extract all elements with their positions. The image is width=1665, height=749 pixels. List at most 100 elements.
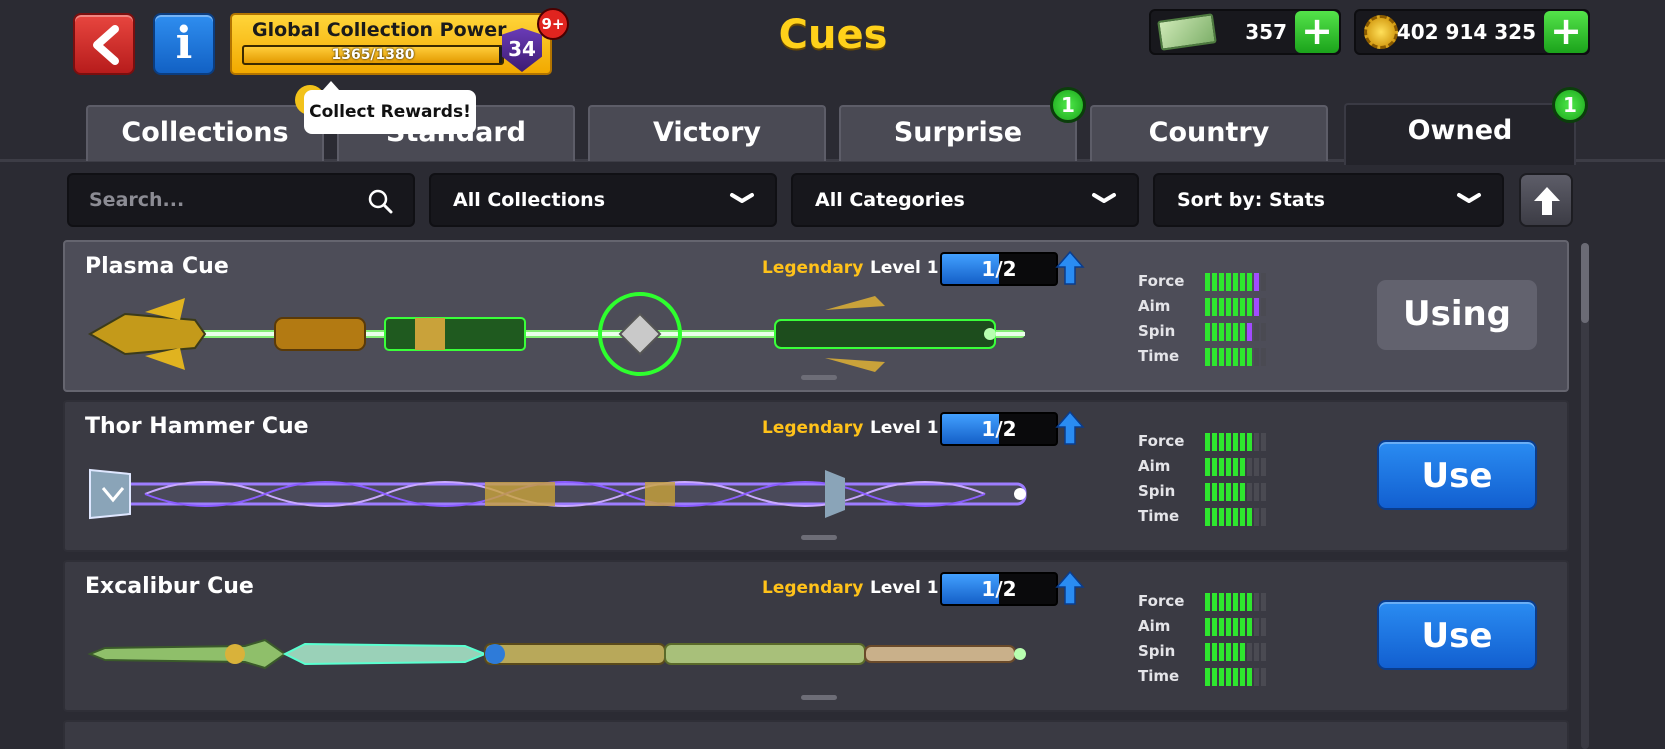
- arrow-up-icon: [1534, 187, 1560, 215]
- stat-segment: [1233, 593, 1238, 611]
- upgrade-arrow-icon[interactable]: [1055, 410, 1085, 446]
- collections-dropdown[interactable]: All Collections: [429, 173, 777, 227]
- categories-dropdown-value: All Categories: [815, 189, 965, 211]
- cue-name: Plasma Cue: [85, 254, 229, 279]
- stat-segment: [1240, 643, 1245, 661]
- use-button[interactable]: Use: [1377, 440, 1537, 510]
- tab-country[interactable]: Country: [1090, 105, 1328, 161]
- cue-card-excalibur[interactable]: Excalibur Cue Legendary Level 1 1/2 Forc…: [63, 560, 1569, 712]
- chevron-down-icon: [1457, 193, 1481, 203]
- stat-segment: [1261, 593, 1266, 611]
- cue-level: Level 1: [870, 578, 939, 598]
- stat-segment: [1261, 298, 1266, 316]
- add-coins-button[interactable]: +: [1544, 11, 1588, 53]
- stat-segment: [1233, 618, 1238, 636]
- tab-owned[interactable]: Owned: [1344, 103, 1576, 165]
- stat-segment: [1226, 458, 1231, 476]
- back-button[interactable]: [73, 13, 135, 75]
- stat-segment: [1247, 483, 1252, 501]
- stat-segment: [1212, 618, 1217, 636]
- cue-card-thor-hammer[interactable]: Thor Hammer Cue Legendary Level 1 1/2 Fo…: [63, 400, 1569, 552]
- stat-segment: [1205, 483, 1210, 501]
- stat-segment: [1219, 433, 1224, 451]
- sort-direction-button[interactable]: [1519, 173, 1573, 227]
- info-button[interactable]: i: [153, 13, 215, 75]
- upgrade-arrow-icon[interactable]: [1055, 570, 1085, 606]
- add-cash-button[interactable]: +: [1295, 11, 1339, 53]
- excalibur-cue-image: [87, 638, 1026, 670]
- cue-list: Plasma Cue Legendary Level 1 1/2 Force A…: [63, 240, 1569, 749]
- sort-dropdown-value: Sort by: Stats: [1177, 189, 1325, 211]
- stat-segment: [1254, 483, 1259, 501]
- stat-spin-bar: [1205, 643, 1266, 661]
- search-icon: [368, 189, 393, 214]
- tab-label: Collections: [121, 117, 289, 148]
- stat-segment: [1261, 323, 1266, 341]
- stat-segment: [1212, 458, 1217, 476]
- stat-segment: [1233, 643, 1238, 661]
- stat-segment: [1205, 618, 1210, 636]
- stat-segment: [1212, 508, 1217, 526]
- stat-segment: [1254, 668, 1259, 686]
- stat-segment: [1240, 458, 1245, 476]
- sort-dropdown[interactable]: Sort by: Stats: [1153, 173, 1504, 227]
- stat-segment: [1240, 668, 1245, 686]
- stat-label: Time: [1138, 507, 1180, 525]
- stat-segment: [1254, 593, 1259, 611]
- global-power-label: Global Collection Power: [252, 19, 507, 41]
- coins-value: 402 914 325: [1396, 20, 1536, 44]
- tab-victory[interactable]: Victory: [588, 105, 826, 161]
- stat-segment: [1247, 618, 1252, 636]
- search-box[interactable]: [67, 173, 415, 227]
- tab-surprise[interactable]: Surprise: [839, 105, 1077, 161]
- cue-level: Level 1: [870, 418, 939, 438]
- stat-segment: [1212, 593, 1217, 611]
- stat-segment: [1240, 433, 1245, 451]
- global-collection-power[interactable]: Global Collection Power 1365/1380 34: [230, 13, 552, 75]
- use-button[interactable]: Use: [1377, 600, 1537, 670]
- stat-segment: [1219, 273, 1224, 291]
- cue-level-progress-bar: 1/2: [940, 252, 1058, 286]
- tab-label: Owned: [1407, 115, 1513, 146]
- tab-owned-badge: 1: [1552, 87, 1588, 123]
- stat-force-bar: [1205, 433, 1266, 451]
- stat-segment: [1261, 618, 1266, 636]
- global-power-progress-text: 1365/1380: [331, 47, 415, 63]
- collect-rewards-tooltip[interactable]: Collect Rewards!: [304, 81, 476, 134]
- stat-segment: [1205, 643, 1210, 661]
- plasma-cue-image: [87, 292, 1025, 376]
- stat-segment: [1261, 458, 1266, 476]
- stat-segment: [1226, 298, 1231, 316]
- stat-segment: [1219, 298, 1224, 316]
- tab-collections[interactable]: Collections: [86, 105, 324, 161]
- cue-card-plasma[interactable]: Plasma Cue Legendary Level 1 1/2 Force A…: [63, 240, 1569, 392]
- stat-segment: [1247, 508, 1252, 526]
- stat-label: Time: [1138, 667, 1180, 685]
- stat-segment: [1219, 508, 1224, 526]
- stat-segment: [1261, 508, 1266, 526]
- list-scrollbar[interactable]: [1581, 243, 1589, 749]
- stat-segment: [1233, 433, 1238, 451]
- stat-segment: [1219, 323, 1224, 341]
- stat-segment: [1212, 298, 1217, 316]
- upgrade-arrow-icon[interactable]: [1055, 250, 1085, 286]
- stat-segment: [1254, 458, 1259, 476]
- tab-surprise-badge: 1: [1050, 87, 1086, 123]
- power-level-shield-badge: 34: [502, 28, 542, 72]
- page-title: Cues: [778, 12, 888, 58]
- stat-segment: [1247, 593, 1252, 611]
- stat-segment: [1233, 458, 1238, 476]
- stat-segment: [1205, 323, 1210, 341]
- cue-level-progress-text: 1/2: [981, 577, 1017, 601]
- stat-segment: [1233, 668, 1238, 686]
- chevron-down-icon: [730, 193, 754, 203]
- cue-card-partial[interactable]: [63, 720, 1569, 749]
- categories-dropdown[interactable]: All Categories: [791, 173, 1139, 227]
- search-input[interactable]: [89, 175, 359, 225]
- using-button[interactable]: Using: [1377, 280, 1537, 350]
- stat-segment: [1261, 668, 1266, 686]
- stat-segment: [1254, 273, 1259, 291]
- scrollbar-thumb[interactable]: [1581, 243, 1589, 323]
- stat-segment: [1261, 348, 1266, 366]
- stat-segment: [1254, 348, 1259, 366]
